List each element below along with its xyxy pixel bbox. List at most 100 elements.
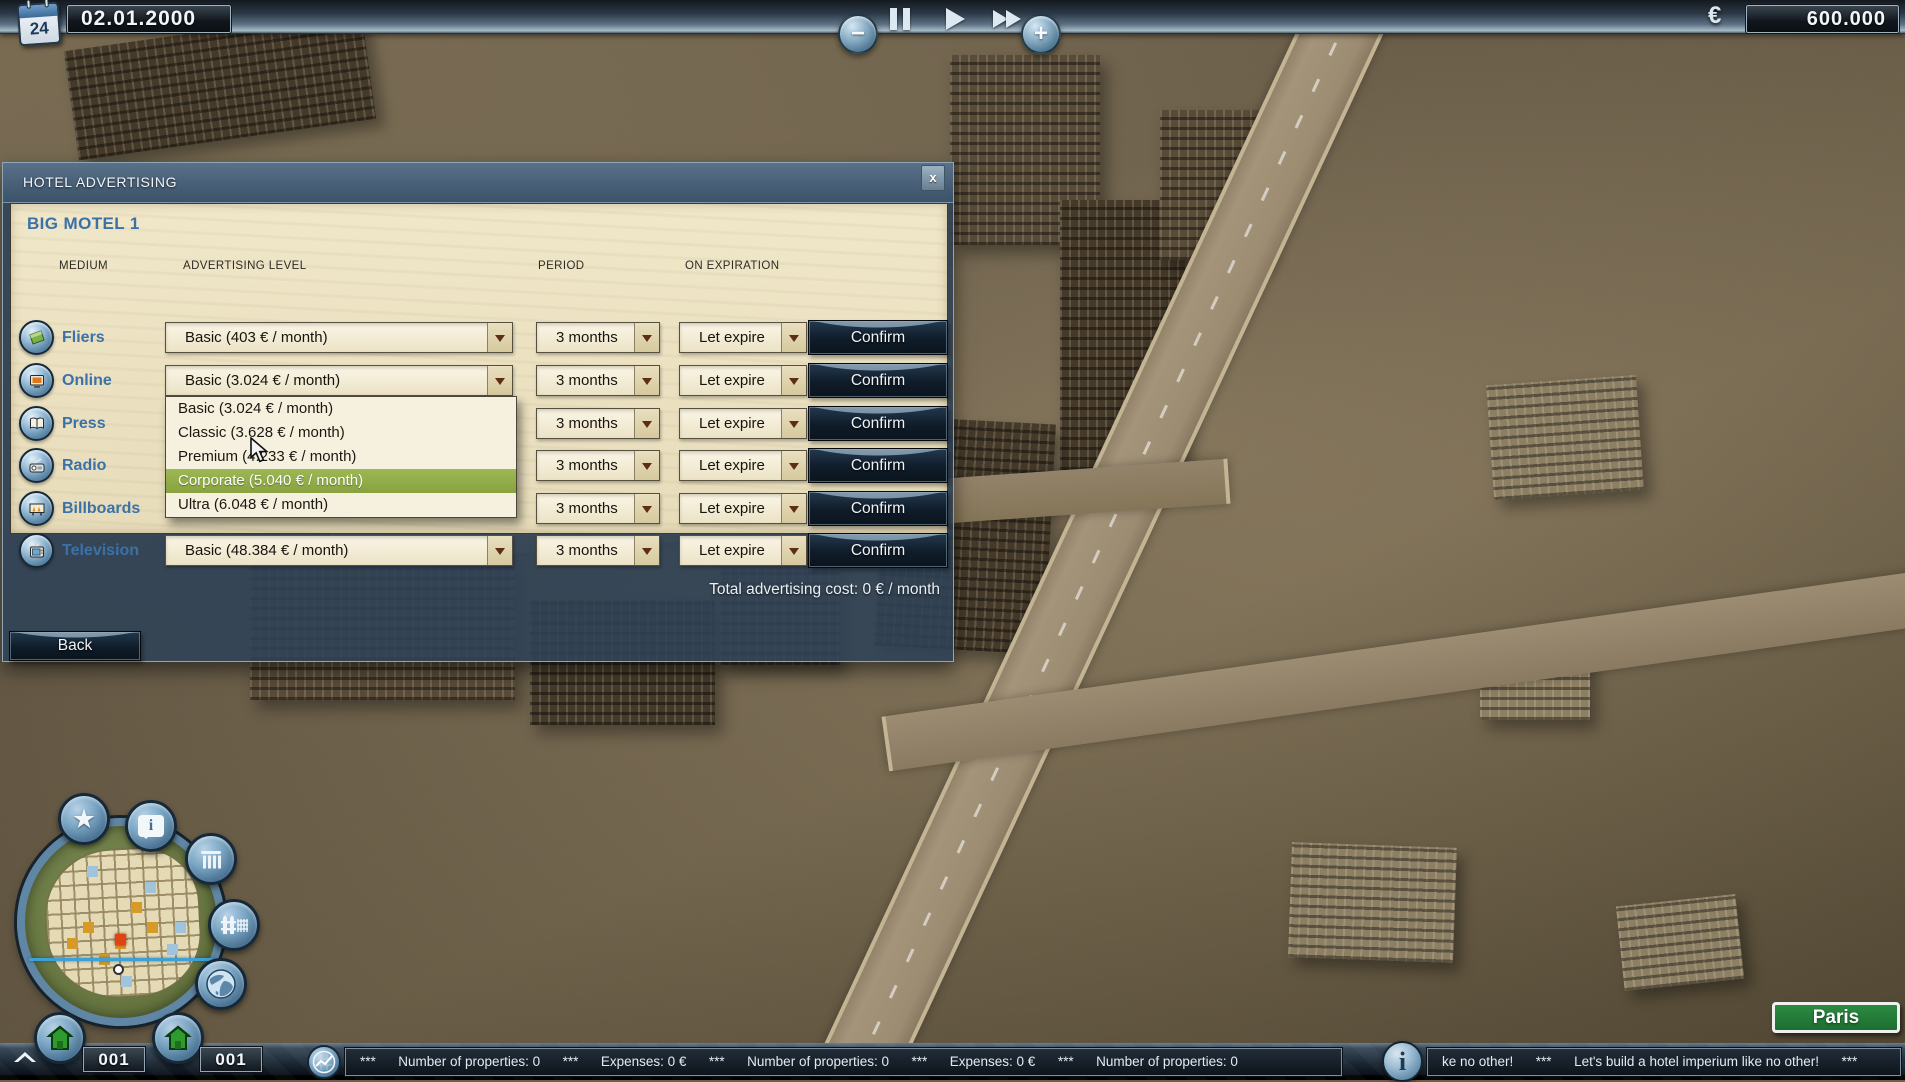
expiration-select[interactable]: Let expire: [679, 322, 807, 353]
info-button[interactable]: i: [125, 800, 177, 852]
close-button[interactable]: x: [921, 165, 945, 191]
level-select[interactable]: Basic (403 € / month): [165, 322, 513, 353]
period-select[interactable]: 3 months: [536, 535, 660, 566]
dialog-title: HOTEL ADVERTISING: [23, 174, 177, 190]
info-bubble-icon: i: [138, 815, 164, 837]
city-block: [1288, 842, 1457, 963]
euro-symbol: €: [1708, 2, 1721, 30]
column-header-level: ADVERTISING LEVEL: [183, 260, 307, 272]
radio-icon[interactable]: [19, 448, 54, 483]
expiration-select[interactable]: Let expire: [679, 493, 807, 524]
medium-label: Television: [62, 535, 139, 566]
billboards-icon[interactable]: [19, 491, 54, 526]
minimap-scan-line: [29, 958, 213, 961]
finance-ticker: *** Number of properties: 0 *** Expenses…: [345, 1048, 1342, 1076]
column-header-medium: MEDIUM: [59, 260, 108, 272]
dropdown-arrow-icon[interactable]: [634, 494, 659, 523]
confirm-button[interactable]: Confirm: [808, 448, 948, 483]
calendar-day: 24: [20, 16, 60, 43]
dropdown-arrow-icon[interactable]: [634, 323, 659, 352]
online-icon[interactable]: [19, 363, 54, 398]
date-display: 02.01.2000: [67, 5, 231, 33]
level-dropdown-list: Basic (3.024 € / month) Classic (3.628 €…: [165, 396, 517, 518]
dropdown-option-highlighted[interactable]: Corporate (5.040 € / month): [166, 469, 516, 493]
confirm-button[interactable]: Confirm: [808, 320, 948, 355]
confirm-button[interactable]: Confirm: [808, 491, 948, 526]
dropdown-arrow-icon[interactable]: [781, 323, 806, 352]
plus-icon: +: [1034, 20, 1048, 48]
dropdown-arrow-icon[interactable]: [487, 536, 512, 565]
dropdown-arrow-icon[interactable]: [634, 409, 659, 438]
dropdown-arrow-icon[interactable]: [781, 366, 806, 395]
play-button[interactable]: [946, 8, 965, 30]
period-select[interactable]: 3 months: [536, 322, 660, 353]
fast-forward-button[interactable]: [993, 8, 1021, 28]
close-icon: x: [929, 170, 936, 185]
statistics-button[interactable]: [307, 1045, 341, 1079]
pause-icon: [890, 8, 897, 30]
confirm-button[interactable]: Confirm: [808, 533, 948, 568]
press-icon[interactable]: [19, 406, 54, 441]
news-ticker: ke no other! *** Let's build a hotel imp…: [1427, 1048, 1901, 1076]
chart-icon: [312, 1050, 336, 1074]
hotels-button[interactable]: [152, 1012, 204, 1064]
zoom-in-button[interactable]: +: [1021, 14, 1061, 54]
dropdown-arrow-icon[interactable]: [487, 366, 512, 395]
dropdown-option[interactable]: Classic (3.628 € / month): [166, 421, 516, 445]
properties-button[interactable]: [34, 1012, 86, 1064]
medium-label: Online: [62, 365, 112, 396]
period-select[interactable]: 3 months: [536, 365, 660, 396]
globe-icon: [204, 967, 238, 1001]
period-select[interactable]: 3 months: [536, 493, 660, 524]
level-select[interactable]: Basic (48.384 € / month): [165, 535, 513, 566]
expiration-select[interactable]: Let expire: [679, 450, 807, 481]
dialog-titlebar[interactable]: HOTEL ADVERTISING x: [3, 163, 953, 203]
dropdown-arrow-icon[interactable]: [781, 409, 806, 438]
city-block: [1480, 640, 1590, 720]
hotel-name: BIG MOTEL 1: [27, 214, 140, 234]
television-icon[interactable]: [19, 533, 54, 568]
expiration-select[interactable]: Let expire: [679, 408, 807, 439]
dropdown-arrow-icon[interactable]: [781, 451, 806, 480]
news-info-button[interactable]: i: [1382, 1041, 1423, 1082]
city-block: [1616, 894, 1744, 991]
dropdown-arrow-icon[interactable]: [781, 494, 806, 523]
period-select[interactable]: 3 months: [536, 450, 660, 481]
medium-label: Billboards: [62, 493, 140, 524]
favorites-button[interactable]: ★: [58, 793, 110, 845]
expiration-select[interactable]: Let expire: [679, 365, 807, 396]
dropdown-arrow-icon[interactable]: [781, 536, 806, 565]
dropdown-arrow-icon[interactable]: [634, 451, 659, 480]
ad-row-television: Television Basic (48.384 € / month) 3 mo…: [11, 535, 947, 571]
dropdown-arrow-icon[interactable]: [634, 536, 659, 565]
zoom-out-button[interactable]: −: [838, 14, 878, 54]
level-select-open[interactable]: Basic (3.024 € / month): [165, 365, 513, 396]
confirm-button[interactable]: Confirm: [808, 406, 948, 441]
period-select[interactable]: 3 months: [536, 408, 660, 439]
dropdown-option[interactable]: Premium (4.233 € / month): [166, 445, 516, 469]
chevron-up-icon: [10, 1048, 40, 1066]
fliers-icon[interactable]: [19, 320, 54, 355]
medium-label: Press: [62, 408, 106, 439]
expiration-select[interactable]: Let expire: [679, 535, 807, 566]
confirm-button[interactable]: Confirm: [808, 363, 948, 398]
green-house-icon: [43, 1022, 77, 1054]
star-icon: ★: [72, 804, 96, 835]
medium-label: Fliers: [62, 322, 105, 353]
play-icon: [946, 8, 965, 30]
minus-icon: −: [851, 20, 865, 48]
pause-button[interactable]: [890, 8, 912, 30]
columns-building-button[interactable]: [185, 833, 237, 885]
globe-button[interactable]: [195, 958, 247, 1010]
dropdown-option[interactable]: Ultra (6.048 € / month): [166, 493, 516, 517]
collapse-panel-button[interactable]: [10, 1048, 40, 1066]
dropdown-arrow-icon[interactable]: [634, 366, 659, 395]
columns-icon: [197, 845, 225, 873]
dropdown-option[interactable]: Basic (3.024 € / month): [166, 397, 516, 421]
back-button[interactable]: Back: [9, 631, 141, 661]
fence-button[interactable]: [208, 899, 260, 951]
city-name-sign: Paris: [1772, 1002, 1900, 1033]
city-block: [1486, 375, 1644, 500]
dropdown-arrow-icon[interactable]: [487, 323, 512, 352]
city-block: [950, 55, 1100, 245]
